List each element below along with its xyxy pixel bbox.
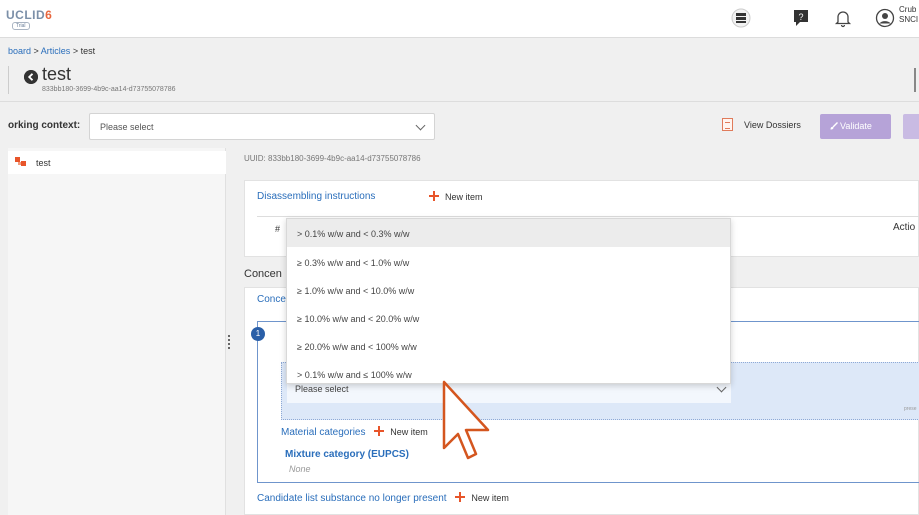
svg-text:?: ? [798,12,803,22]
bell-icon[interactable] [833,8,853,28]
working-context-label: orking context: [8,120,81,131]
breadcrumb: board > Articles > test [8,46,95,56]
tree-article-icon [15,157,26,166]
toolbar-edge [914,68,919,92]
concentration-subtitle[interactable]: Conce [257,294,286,305]
breadcrumb-dashboard[interactable]: board [8,46,31,56]
divider [8,66,9,94]
view-dossiers-label: View Dossiers [744,120,801,130]
back-icon[interactable] [24,70,38,84]
validate-label: Validate [840,121,872,131]
top-bar: UCLID6 Trial ? Crub SNCI [0,0,919,38]
working-context-bar: orking context: Please select View Dossi… [0,101,919,147]
concentration-range-dropdown: > 0.1% w/w and < 0.3% w/w ≥ 0.3% w/w and… [286,218,731,384]
material-categories-label[interactable]: Material categories [281,427,365,438]
page-title: test [42,64,72,84]
table-header-number: # [275,224,281,234]
material-categories-row: Material categories New item [281,426,428,438]
user-name[interactable]: Crub SNCI [899,5,918,25]
mixture-category-label: Mixture category (EUPCS) [285,449,409,460]
breadcrumb-current: test [80,46,96,56]
plus-icon [429,191,439,201]
logo-icon[interactable]: UCLID6 Trial [4,7,56,31]
server-icon[interactable] [731,8,751,28]
mouse-cursor-icon [442,380,490,460]
logo-number: 6 [45,8,53,22]
navigation-tree: test [8,148,226,515]
new-item-button[interactable]: New item [374,426,428,437]
panel-splitter[interactable] [228,335,230,349]
user-name-line1: Crub [899,5,917,14]
chevron-down-icon [415,120,426,131]
candidate-list-label[interactable]: Candidate list substance no longer prese… [257,493,447,504]
dropdown-option[interactable]: ≥ 10.0% w/w and < 20.0% w/w [287,304,730,332]
dossier-icon [722,118,733,131]
help-icon[interactable]: ? [791,8,811,28]
plus-icon [455,492,466,502]
working-context-placeholder: Please select [100,122,154,132]
validate-button[interactable]: Validate [820,114,891,139]
tree-item-label: test [36,158,51,168]
more-button[interactable] [903,114,919,139]
user-icon[interactable] [875,8,895,28]
new-item-label: New item [471,493,509,503]
breadcrumb-separator: > [31,46,41,56]
divider [257,216,919,217]
disassembling-title[interactable]: Disassembling instructions [257,191,375,202]
logo-text: UCLID [6,8,46,22]
mixture-category-value: None [289,464,311,474]
new-item-button[interactable]: New item [429,191,483,202]
plus-icon [374,426,385,436]
dropdown-option[interactable]: ≥ 1.0% w/w and < 10.0% w/w [287,276,730,304]
trial-badge: Trial [12,22,30,30]
tree-item-test[interactable]: test [8,151,226,174]
breadcrumb-separator: > [70,46,81,56]
dropdown-option[interactable]: ≥ 20.0% w/w and < 100% w/w [287,332,730,360]
user-name-line2: SNCI [899,15,919,24]
new-item-label: New item [445,192,483,202]
dropdown-option[interactable]: > 0.1% w/w and < 0.3% w/w [287,219,730,247]
dropdown-option[interactable]: > 0.1% w/w and ≤ 100% w/w [287,360,730,388]
concentration-heading: Concen [244,268,282,280]
candidate-list-row: Candidate list substance no longer prese… [257,492,509,504]
new-item-label: New item [390,427,428,437]
entry-number-badge: 1 [251,327,265,341]
working-context-select[interactable]: Please select [89,113,435,140]
dropdown-option[interactable]: ≥ 0.3% w/w and < 1.0% w/w [287,248,730,276]
uuid-line: UUID: 833bb180-3699-4b9c-aa14-d737550787… [244,154,421,163]
brush-icon [830,122,838,130]
truncated-label: prese [904,406,917,412]
table-header-actions: Actio [893,222,916,233]
breadcrumb-articles[interactable]: Articles [41,46,71,56]
page-subtitle-uuid: 833bb180-3699-4b9c-aa14-d73755078786 [42,86,176,93]
new-item-button[interactable]: New item [455,492,509,503]
